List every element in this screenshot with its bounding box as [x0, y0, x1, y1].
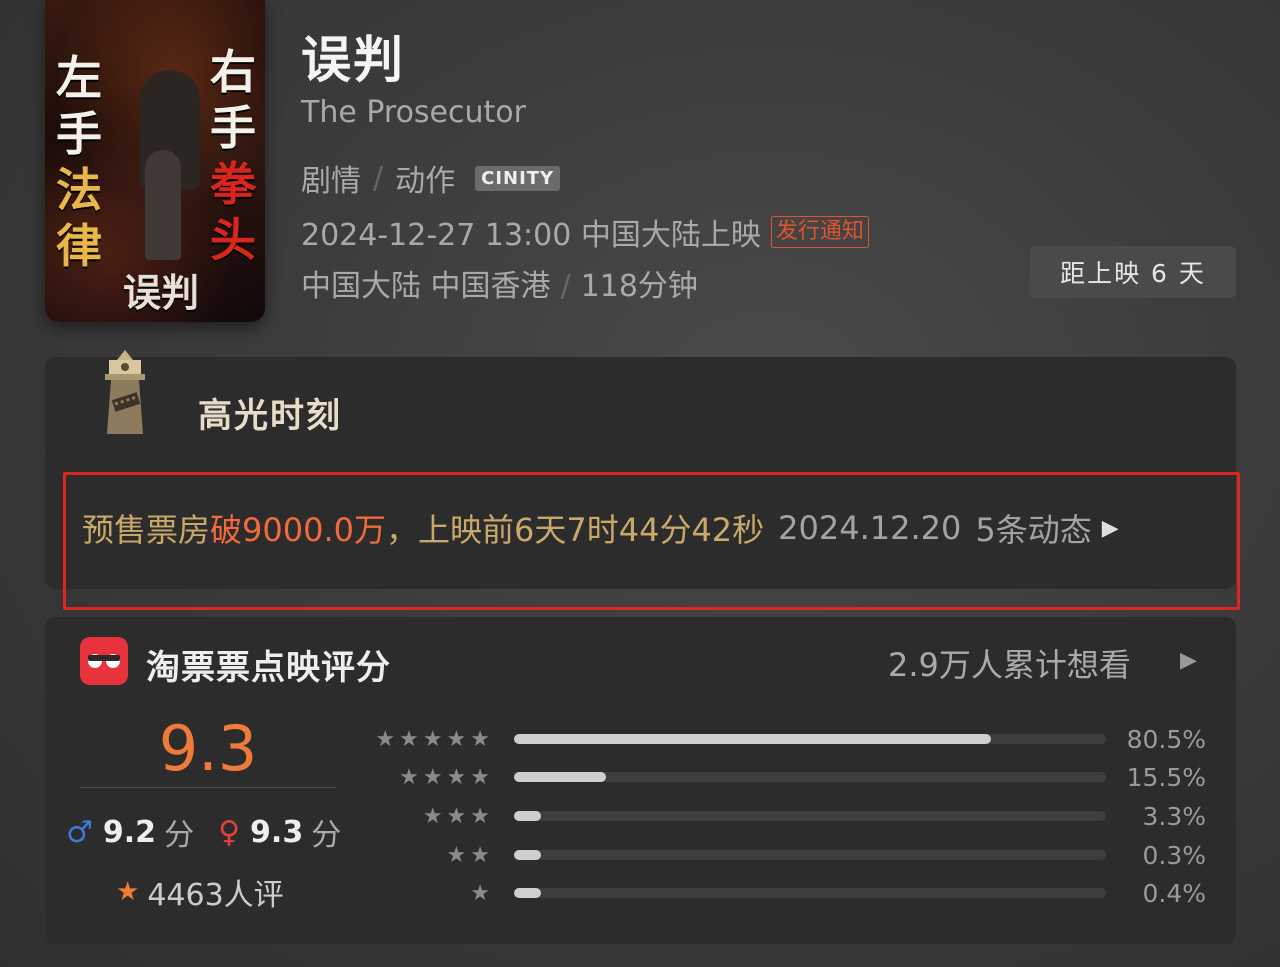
poster-char: 律: [56, 219, 102, 273]
distribution-fill: [514, 888, 541, 898]
play-arrow-icon[interactable]: ▶: [1102, 516, 1119, 541]
poster-left-text: 左 手 法 律: [51, 50, 107, 274]
distribution-track: [514, 772, 1106, 782]
distribution-fill: [514, 734, 991, 744]
release-notice-button[interactable]: 发行通知: [770, 216, 869, 248]
star-level: ★★★★: [399, 764, 494, 790]
poster-char: 拳: [210, 157, 256, 211]
star-icon: ★: [116, 877, 140, 907]
lighthouse-icon: [105, 350, 145, 434]
poster-char: 左: [56, 51, 102, 105]
duration: 118分钟: [580, 269, 698, 304]
movie-genres: 剧情 / 动作 CINITY: [301, 156, 561, 200]
presale-value: 破9000.0万: [210, 511, 386, 549]
distribution-percent: 0.3%: [1142, 840, 1206, 870]
distribution-track: [514, 850, 1106, 860]
rating-title: 淘票票点映评分: [146, 648, 391, 688]
score-unit: 分: [164, 818, 195, 853]
distribution-track: [514, 811, 1106, 821]
movie-poster[interactable]: 左 手 法 律 右 手 拳 头 误判: [45, 0, 265, 322]
presale-date: 2024.12.20: [778, 509, 962, 547]
rating-distribution-row: ★★★★★ 80.5%: [360, 724, 1220, 754]
divider: [80, 787, 336, 788]
presale-label: 预售票房: [82, 511, 211, 549]
distribution-percent: 80.5%: [1126, 724, 1206, 754]
distribution-track: [514, 888, 1106, 898]
poster-char: 头: [210, 213, 256, 267]
region-duration: 中国大陆 中国香港 / 118分钟: [301, 261, 698, 305]
genre-separator: /: [373, 160, 384, 196]
region-separator: /: [560, 269, 571, 304]
score-unit: 分: [311, 818, 342, 853]
distribution-percent: 15.5%: [1126, 762, 1206, 792]
poster-figure-small: [145, 150, 181, 260]
female-icon: ♀: [218, 814, 241, 850]
star-level: ★★: [446, 842, 494, 868]
overall-score: 9.3: [158, 712, 258, 785]
rating-distribution-row: ★★★ 3.3%: [360, 801, 1220, 831]
male-icon: ♂: [66, 814, 93, 850]
regions: 中国大陆 中国香港: [301, 269, 551, 304]
poster-char: 手: [210, 101, 256, 155]
release-countdown: 距上映 6 天: [1030, 246, 1236, 298]
distribution-fill: [514, 850, 541, 860]
movie-title: 误判: [301, 31, 405, 89]
release-info: 2024-12-27 13:00 中国大陆上映 发行通知: [301, 210, 869, 254]
star-level: ★★★: [422, 803, 494, 829]
logo-glasses: [88, 655, 120, 661]
distribution-percent: 0.4%: [1142, 878, 1206, 908]
movie-english-title: The Prosecutor: [301, 95, 526, 130]
presale-time: ，上映前6天7时44分42秒: [386, 511, 765, 549]
poster-title: 误判: [123, 271, 200, 315]
highlight-title: 高光时刻: [198, 396, 342, 436]
poster-char: 法: [56, 163, 102, 217]
genre-label: 动作: [395, 164, 456, 199]
updates-link[interactable]: 5条动态: [975, 505, 1091, 551]
presale-row[interactable]: 预售票房 破9000.0万 ，上映前6天7时44分42秒 2024.12.20 …: [82, 505, 1119, 551]
release-date: 2024-12-27 13:00 中国大陆上映: [301, 218, 761, 253]
male-score: 9.2: [102, 814, 157, 850]
female-score: 9.3: [250, 814, 304, 850]
gender-scores: ♂ 9.2 分 ♀ 9.3 分: [66, 810, 341, 854]
star-level: ★: [470, 880, 494, 906]
poster-char: 右: [210, 45, 256, 99]
distribution-fill: [514, 811, 541, 821]
review-count-text: 4463人评: [147, 878, 284, 913]
rating-distribution-row: ★ 0.4%: [360, 878, 1220, 908]
poster-right-text: 右 手 拳 头: [205, 44, 261, 268]
distribution-fill: [514, 772, 606, 782]
review-count: ★ 4463人评: [116, 870, 284, 914]
poster-char: 手: [56, 107, 102, 161]
rating-distribution-row: ★★ 0.3%: [360, 840, 1220, 870]
distribution-track: [514, 734, 1106, 744]
play-arrow-icon[interactable]: ▶: [1180, 648, 1197, 673]
star-level: ★★★★★: [375, 726, 494, 752]
distribution-percent: 3.3%: [1142, 801, 1206, 831]
rating-distribution-row: ★★★★ 15.5%: [360, 762, 1220, 792]
genre-label: 剧情: [301, 164, 361, 199]
format-badge: CINITY: [475, 165, 561, 191]
taopiaopiao-logo-icon: [80, 637, 128, 685]
want-to-see-count[interactable]: 2.9万人累计想看: [888, 640, 1131, 686]
